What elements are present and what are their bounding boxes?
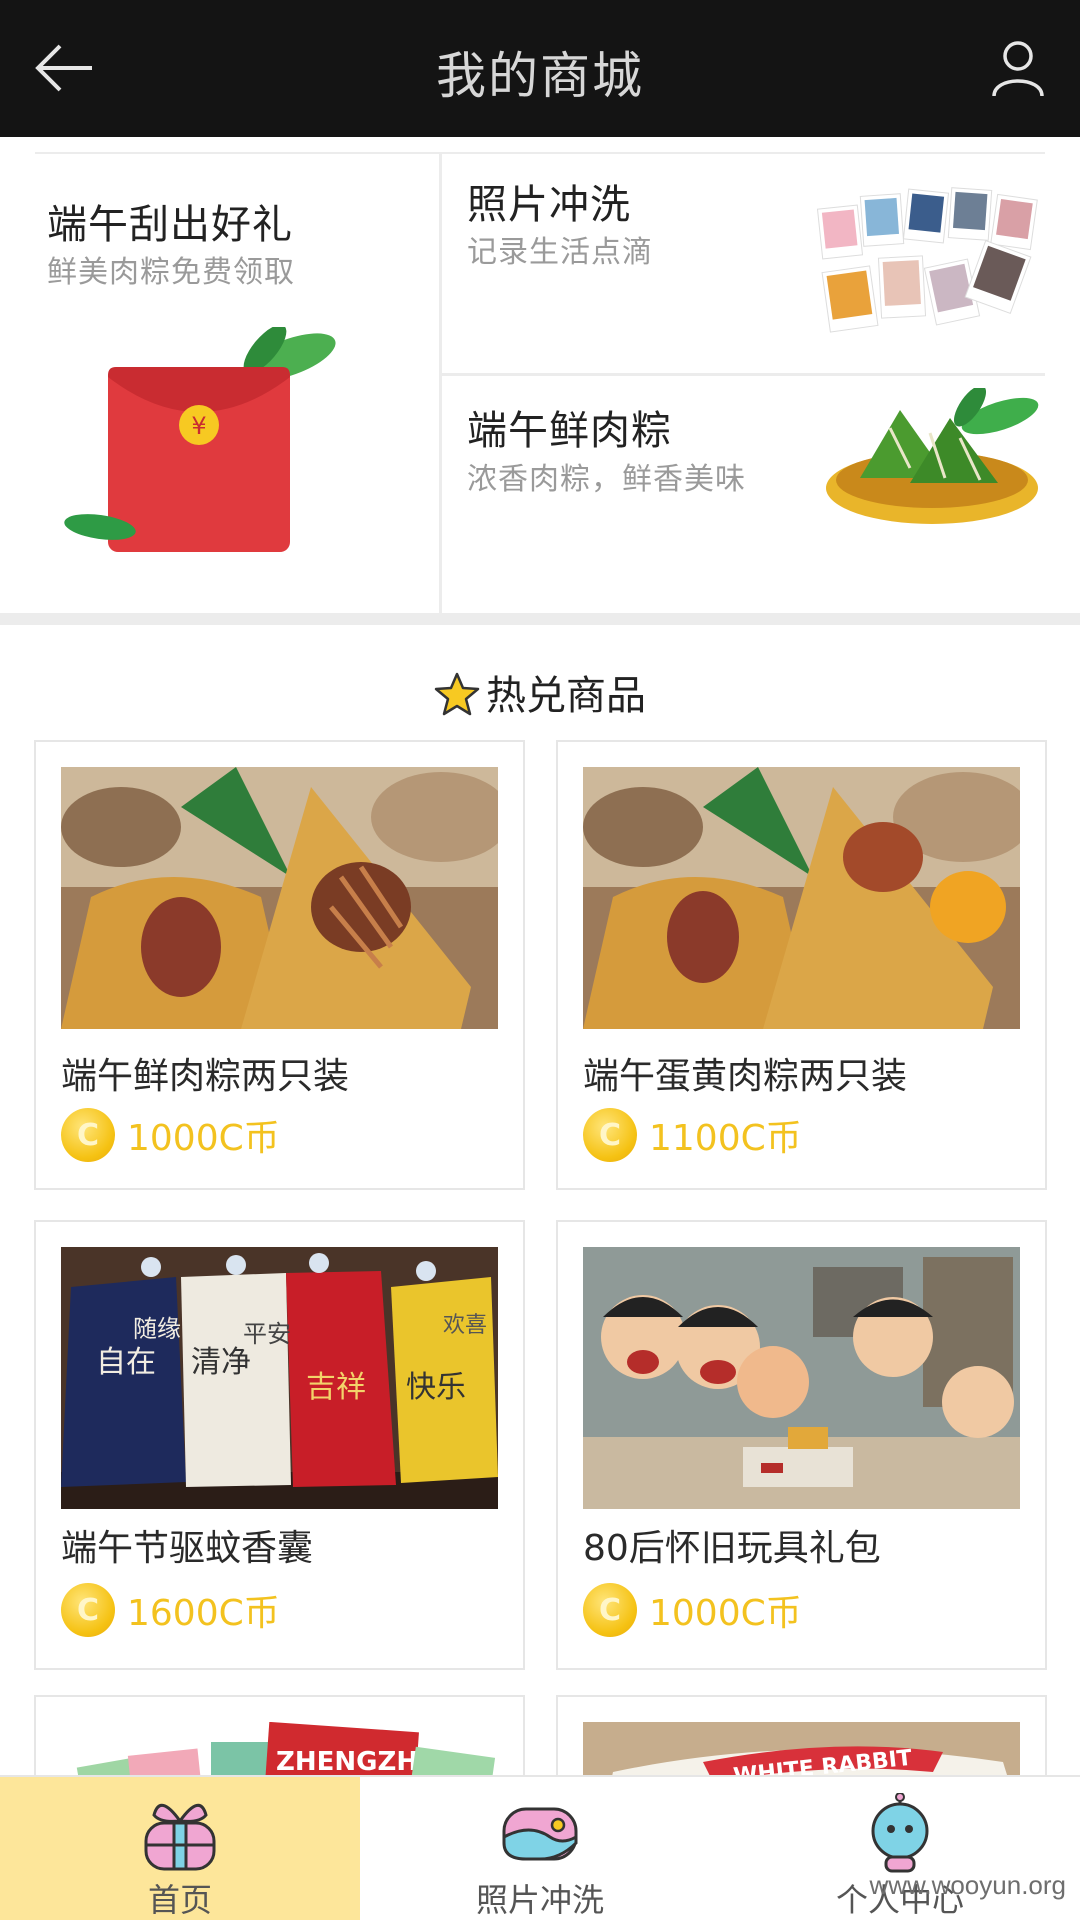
gift-box-icon [140, 1793, 220, 1873]
promo-scratch-title: 端午刮出好礼 [47, 202, 293, 248]
coin-icon: C [61, 1583, 115, 1637]
product-card[interactable]: 端午蛋黄肉粽两只装 C 1100C币 [556, 740, 1047, 1190]
product-image-sachet: 自在 随缘 清净 平安 吉祥 快乐 欢喜 [61, 1247, 498, 1509]
price-row: C 1600C币 [61, 1582, 280, 1638]
photo-card-icon [500, 1793, 580, 1873]
nav-item-home[interactable]: 首页 [0, 1777, 360, 1920]
top-bar: 我的商城 [0, 0, 1080, 137]
product-image-zongzi-yolk [583, 767, 1020, 1029]
product-card[interactable]: 自在 随缘 清净 平安 吉祥 快乐 欢喜 端午节驱蚊香囊 C 1600C币 [34, 1220, 525, 1670]
promo-scratch-card[interactable]: 端午刮出好礼 鲜美肉粽免费领取 ¥ [0, 152, 439, 613]
promo-photo-print[interactable]: 照片冲洗 记录生活点滴 [442, 152, 1045, 373]
product-price: 1000C币 [649, 1593, 802, 1634]
photo-stack-image [814, 177, 1044, 347]
coin-icon: C [583, 1583, 637, 1637]
watermark: www.wooyun.org [869, 1870, 1066, 1900]
sachet-label: 自在 [96, 1345, 156, 1380]
sachet-label: 随缘 [133, 1315, 181, 1343]
promo-scratch-subtitle: 鲜美肉粽免费领取 [47, 255, 295, 290]
nav-item-photo-print[interactable]: 照片冲洗 [360, 1777, 720, 1920]
product-name: 端午蛋黄肉粽两只装 [583, 1056, 908, 1097]
price-row: C 1100C币 [583, 1107, 802, 1163]
red-envelope-icon: ¥ [60, 324, 360, 557]
product-name: 端午节驱蚊香囊 [61, 1528, 314, 1569]
sachet-label: 吉祥 [306, 1370, 366, 1405]
user-profile-icon[interactable] [986, 36, 1050, 100]
promo-zongzi-title: 端午鲜肉粽 [467, 408, 672, 454]
hot-products-header: 热兑商品 [0, 663, 1080, 721]
product-name: 80后怀旧玩具礼包 [583, 1528, 881, 1569]
page-title: 我的商城 [436, 47, 644, 105]
robot-avatar-icon [860, 1792, 940, 1873]
product-price: 1600C币 [127, 1593, 280, 1634]
section-gap [0, 613, 1080, 625]
hot-products-section: 热兑商品 端午鲜肉粽两只装 C 1000C币 端午蛋黄肉粽两只装 C 1100C… [0, 625, 1080, 1817]
price-row: C 1000C币 [61, 1107, 280, 1163]
product-price: 1100C币 [649, 1118, 802, 1159]
promo-zongzi[interactable]: 端午鲜肉粽 浓香肉粽，鲜香美味 [442, 376, 1045, 613]
nav-label: 首页 [147, 1881, 212, 1919]
promo-panel: 端午刮出好礼 鲜美肉粽免费领取 ¥ 照片冲洗 记录生活点滴 端午鲜肉粽 浓香肉粽… [0, 137, 1080, 613]
product-card[interactable]: 80后怀旧玩具礼包 C 1000C币 [556, 1220, 1047, 1670]
product-price: 1000C币 [127, 1118, 280, 1159]
promo-photo-subtitle: 记录生活点滴 [467, 235, 653, 270]
coin-icon: C [583, 1108, 637, 1162]
star-icon [434, 671, 480, 717]
zongzi-plate-image [820, 385, 1045, 538]
product-name: 端午鲜肉粽两只装 [61, 1056, 350, 1097]
nav-label: 照片冲洗 [475, 1881, 604, 1919]
svg-text:¥: ¥ [191, 412, 206, 440]
coin-icon: C [61, 1108, 115, 1162]
product-card[interactable]: 端午鲜肉粽两只装 C 1000C币 [34, 740, 525, 1190]
sachet-label: 清净 [191, 1345, 251, 1380]
promo-zongzi-subtitle: 浓香肉粽，鲜香美味 [467, 462, 746, 497]
hot-products-title: 热兑商品 [486, 673, 646, 719]
promo-photo-title: 照片冲洗 [467, 182, 631, 228]
sachet-label: 快乐 [406, 1370, 466, 1405]
sachet-label: 欢喜 [443, 1313, 487, 1338]
product-image-retro-toys [583, 1247, 1020, 1509]
product-image-zongzi-meat [61, 767, 498, 1029]
sachet-label: 平安 [243, 1320, 291, 1348]
price-row: C 1000C币 [583, 1582, 802, 1638]
